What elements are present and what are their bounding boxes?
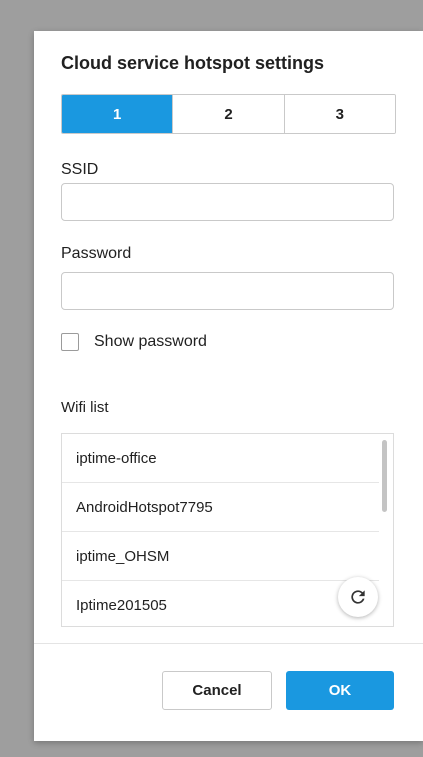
tab-3[interactable]: 3 xyxy=(283,95,395,133)
show-password-checkbox[interactable] xyxy=(61,333,79,351)
wifi-list-scrollbar[interactable] xyxy=(382,440,387,512)
dialog-title: Cloud service hotspot settings xyxy=(61,53,325,73)
show-password-label: Show password xyxy=(94,333,207,350)
refresh-icon xyxy=(351,590,365,604)
ssid-label: SSID xyxy=(61,161,99,178)
password-input[interactable] xyxy=(61,272,394,310)
password-label: Password xyxy=(61,245,132,262)
wifi-list-item[interactable]: Iptime201505 xyxy=(62,581,379,626)
ok-button[interactable]: OK xyxy=(286,671,394,710)
wifi-list-item[interactable]: AndroidHotspot7795 xyxy=(62,483,379,532)
footer-divider xyxy=(34,643,423,644)
wifi-list-label: Wifi list xyxy=(61,399,109,416)
wifi-list-item[interactable]: iptime_OHSM xyxy=(62,532,379,581)
hotspot-settings-dialog: Cloud service hotspot settings 1 2 3 SSI… xyxy=(34,31,423,741)
ssid-input[interactable] xyxy=(61,183,394,221)
profile-tabs: 1 2 3 xyxy=(61,94,396,134)
tab-2[interactable]: 2 xyxy=(172,95,284,133)
tab-1[interactable]: 1 xyxy=(62,95,173,133)
cancel-button[interactable]: Cancel xyxy=(162,671,272,710)
show-password-row[interactable]: Show password xyxy=(61,333,207,351)
wifi-list-item[interactable]: iptime-office xyxy=(62,434,379,483)
refresh-button[interactable] xyxy=(338,577,378,617)
